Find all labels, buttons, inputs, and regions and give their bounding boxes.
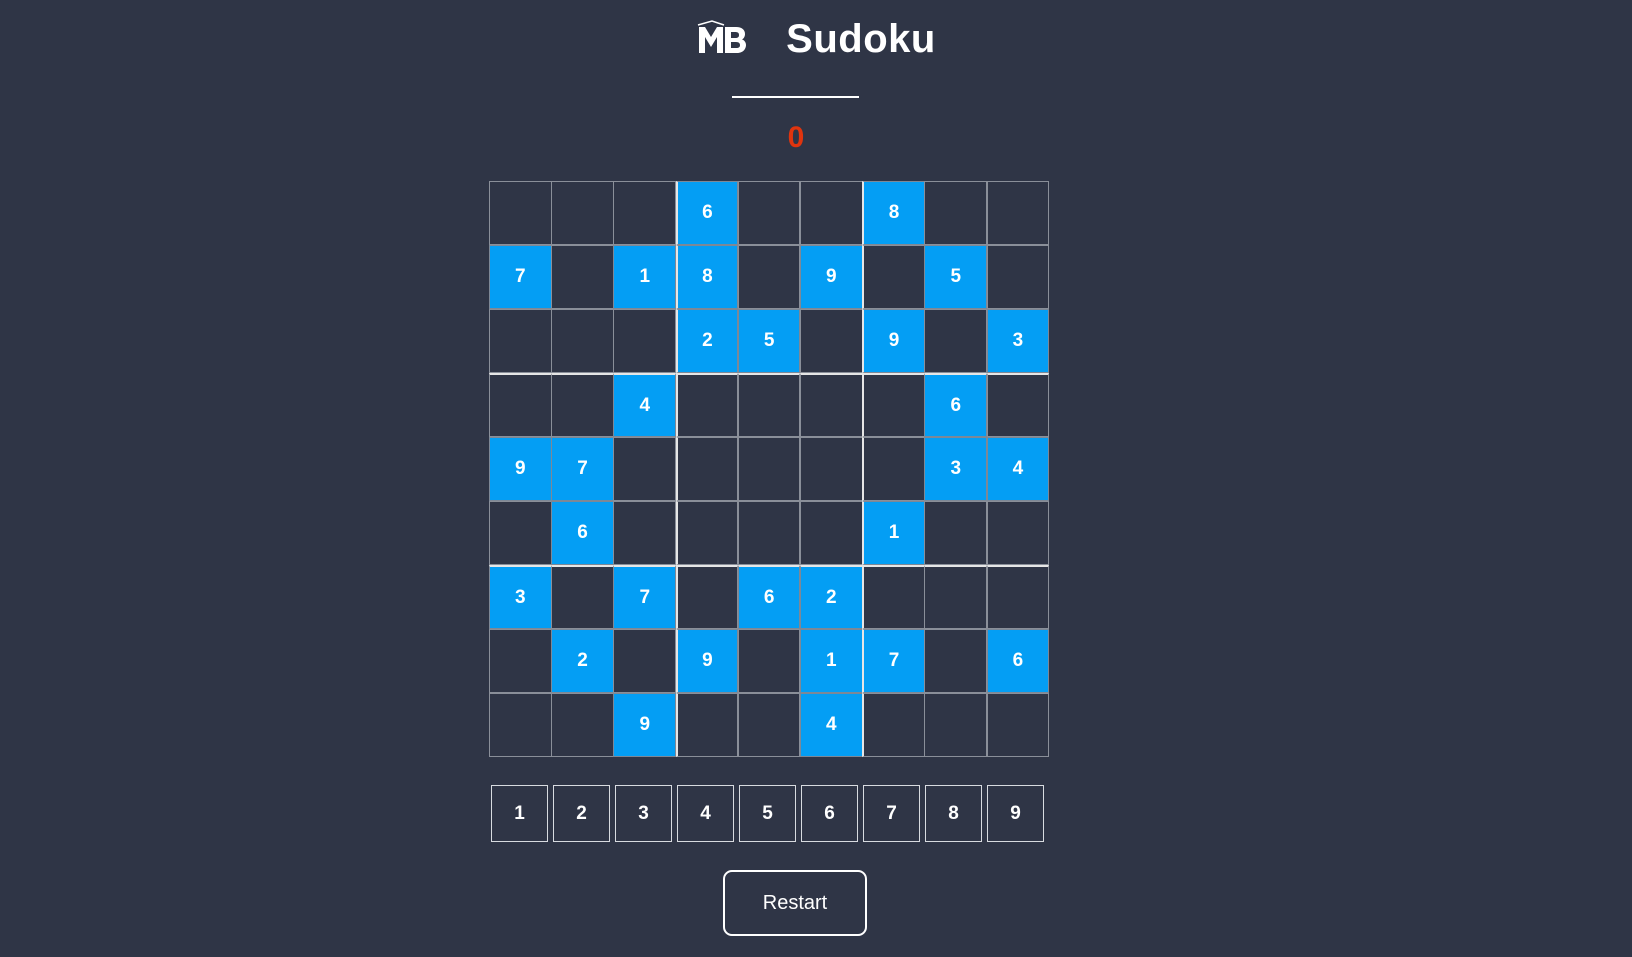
board-cell[interactable] (675, 565, 739, 629)
board-cell[interactable]: 9 (800, 245, 863, 309)
board-cell[interactable]: 1 (862, 501, 925, 565)
board-cell[interactable] (737, 373, 801, 437)
board-cell[interactable]: 1 (613, 245, 677, 309)
board-cell[interactable] (613, 181, 677, 245)
board-cell[interactable] (862, 245, 925, 309)
board-cell[interactable] (737, 245, 801, 309)
board-cell[interactable] (737, 629, 801, 693)
board-cell[interactable]: 9 (675, 629, 739, 693)
board-cell[interactable] (924, 629, 988, 693)
board-cell[interactable] (489, 181, 552, 245)
board-cell[interactable] (613, 309, 677, 373)
restart-button[interactable]: Restart (723, 870, 867, 936)
board-cell[interactable]: 5 (924, 245, 988, 309)
board-cell[interactable] (551, 693, 614, 757)
board-cell[interactable] (489, 501, 552, 565)
board-cell[interactable] (986, 565, 1050, 629)
board-cell[interactable]: 6 (737, 565, 801, 629)
board-cell[interactable]: 6 (986, 629, 1050, 693)
board-cell[interactable]: 6 (924, 373, 988, 437)
board-cell[interactable] (924, 693, 988, 757)
board-cell[interactable] (737, 501, 801, 565)
header: Sudoku (0, 14, 1632, 64)
number-button-4[interactable]: 4 (677, 785, 734, 842)
number-button-8[interactable]: 8 (925, 785, 982, 842)
sudoku-board: 687189525934697346137622917694 (489, 181, 1050, 757)
board-cell[interactable] (862, 565, 925, 629)
board-cell[interactable] (862, 693, 925, 757)
number-button-3[interactable]: 3 (615, 785, 672, 842)
board-cell[interactable]: 7 (551, 437, 614, 501)
score-counter: 0 (787, 121, 805, 154)
board-cell[interactable] (800, 181, 863, 245)
mb-logo-icon (697, 20, 747, 53)
board-cell[interactable]: 4 (986, 437, 1050, 501)
board-cell[interactable]: 7 (613, 565, 677, 629)
board-cell[interactable]: 4 (613, 373, 677, 437)
board-cell[interactable] (924, 565, 988, 629)
board-cell[interactable] (675, 693, 739, 757)
board-cell[interactable] (800, 373, 863, 437)
board-cell[interactable] (613, 437, 677, 501)
board-cell[interactable] (675, 373, 739, 437)
board-cell[interactable]: 6 (551, 501, 614, 565)
board-cell[interactable] (551, 373, 614, 437)
board-cell[interactable] (924, 309, 988, 373)
board-cell[interactable] (800, 437, 863, 501)
page-title: Sudoku (786, 16, 936, 61)
board-cell[interactable]: 3 (489, 565, 552, 629)
board-cell[interactable] (862, 437, 925, 501)
board-cell[interactable]: 3 (986, 309, 1050, 373)
board-cell[interactable]: 3 (924, 437, 988, 501)
board-cell[interactable]: 2 (551, 629, 614, 693)
board-cell[interactable] (551, 309, 614, 373)
board-cell[interactable] (489, 373, 552, 437)
board-cell[interactable]: 9 (613, 693, 677, 757)
board-cell[interactable] (986, 693, 1050, 757)
board-cell[interactable] (737, 693, 801, 757)
number-button-2[interactable]: 2 (553, 785, 610, 842)
board-cell[interactable] (986, 181, 1050, 245)
board-cell[interactable] (737, 181, 801, 245)
board-cell[interactable] (924, 181, 988, 245)
board-cell[interactable] (551, 565, 614, 629)
number-button-7[interactable]: 7 (863, 785, 920, 842)
number-button-6[interactable]: 6 (801, 785, 858, 842)
board-cell[interactable] (800, 501, 863, 565)
board-cell[interactable]: 9 (489, 437, 552, 501)
number-button-9[interactable]: 9 (987, 785, 1044, 842)
board-cell[interactable]: 8 (862, 181, 925, 245)
number-button-1[interactable]: 1 (491, 785, 548, 842)
board-cell[interactable]: 9 (862, 309, 925, 373)
board-cell[interactable] (489, 629, 552, 693)
board-cell[interactable]: 8 (675, 245, 739, 309)
board-cell[interactable]: 7 (489, 245, 552, 309)
board-cell[interactable] (551, 181, 614, 245)
board-cell[interactable]: 5 (737, 309, 801, 373)
board-cell[interactable] (737, 437, 801, 501)
board-cell[interactable] (613, 501, 677, 565)
board-cell[interactable] (800, 309, 863, 373)
board-cell[interactable] (986, 501, 1050, 565)
board-cell[interactable] (489, 693, 552, 757)
board-cell[interactable]: 7 (862, 629, 925, 693)
board-cell[interactable]: 1 (800, 629, 863, 693)
board-cell[interactable] (551, 245, 614, 309)
board-cell[interactable] (862, 373, 925, 437)
board-cell[interactable] (675, 501, 739, 565)
board-cell[interactable] (675, 437, 739, 501)
number-pad: 123456789 (491, 785, 1047, 842)
number-button-5[interactable]: 5 (739, 785, 796, 842)
title-divider (732, 96, 859, 98)
board-cell[interactable]: 4 (800, 693, 863, 757)
board-cell[interactable] (986, 245, 1050, 309)
board-cell[interactable] (986, 373, 1050, 437)
board-cell[interactable]: 2 (800, 565, 863, 629)
board-cell[interactable] (489, 309, 552, 373)
board-cell[interactable]: 2 (675, 309, 739, 373)
board-cell[interactable]: 6 (675, 181, 739, 245)
sudoku-app: Sudoku 0 687189525934697346137622917694 … (0, 0, 1632, 957)
board-cell[interactable] (613, 629, 677, 693)
board-cell[interactable] (924, 501, 988, 565)
